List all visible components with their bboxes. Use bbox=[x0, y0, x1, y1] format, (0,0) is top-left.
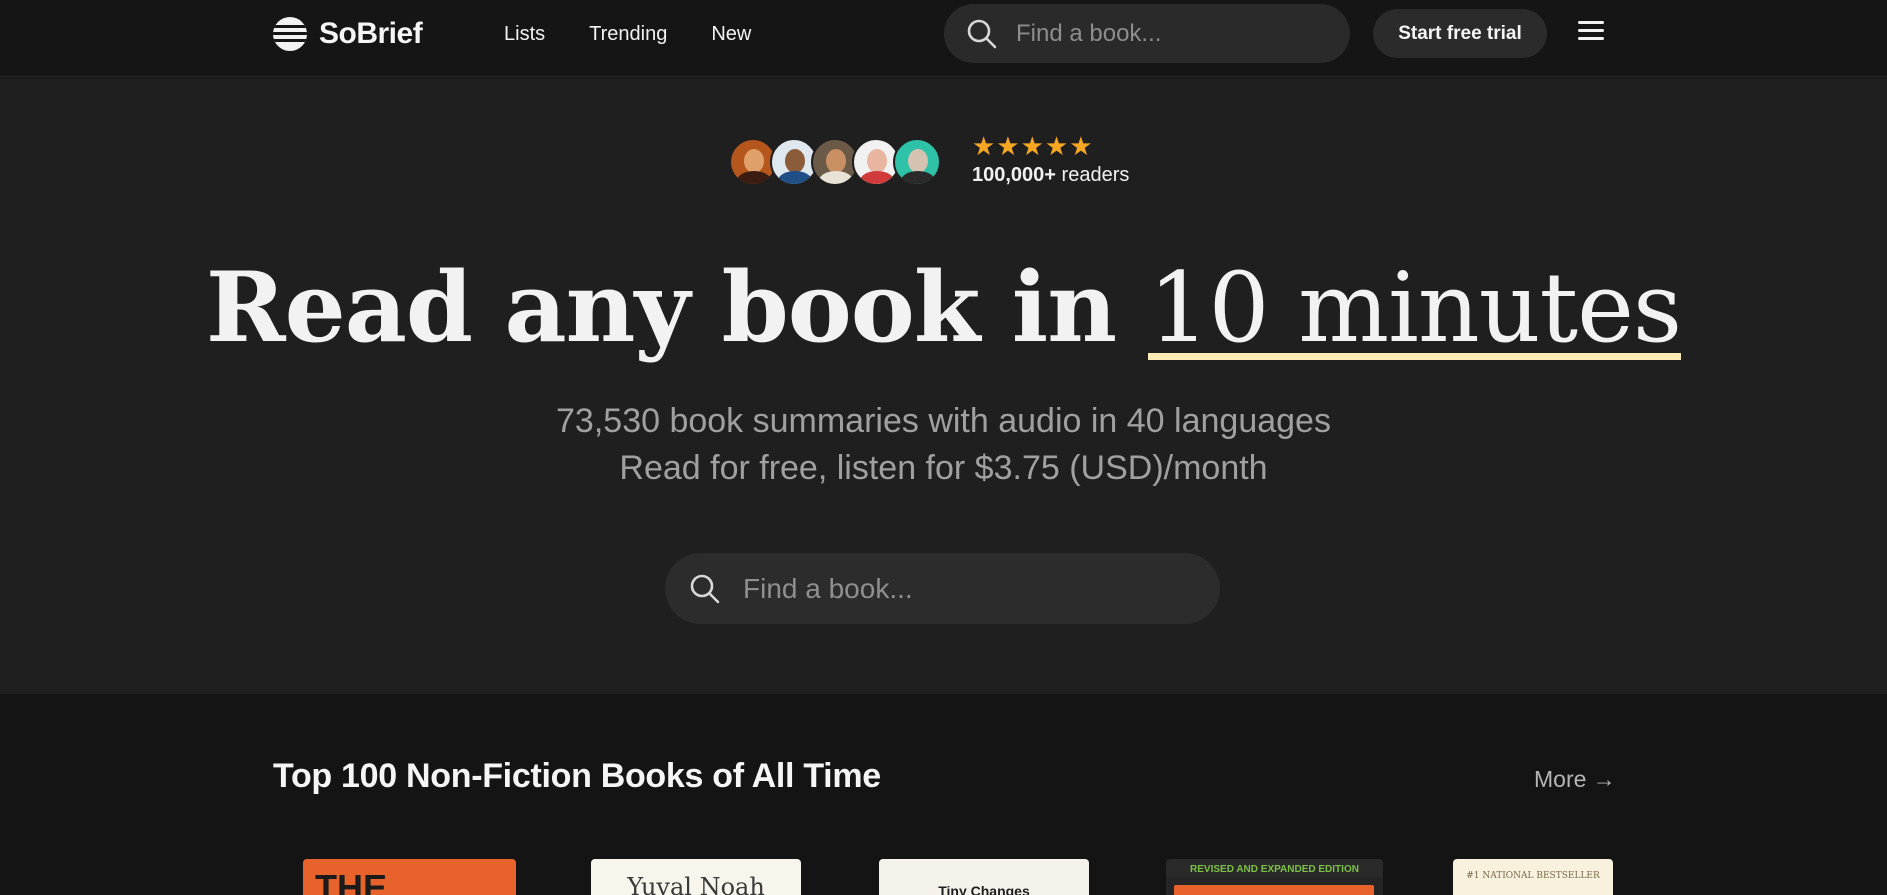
main-nav: Lists Trending New bbox=[504, 21, 751, 47]
section-title: Top 100 Non-Fiction Books of All Time bbox=[273, 757, 881, 795]
book-cover[interactable]: REVISED AND EXPANDED EDITION bbox=[1166, 859, 1383, 895]
subtitle-line-2: Read for free, listen for $3.75 (USD)/mo… bbox=[619, 449, 1268, 487]
book-cover-text: #1 NATIONAL BESTSELLER bbox=[1466, 871, 1600, 881]
headline-main: Read any book in bbox=[205, 251, 1117, 364]
book-cover[interactable]: #1 NATIONAL BESTSELLER bbox=[1453, 859, 1613, 895]
logo[interactable]: SoBrief bbox=[273, 15, 423, 53]
book-carousel: THE Yuval Noah Tiny Changes REVISED AND … bbox=[273, 859, 1613, 895]
rating-stars-icon: ★★★★★ bbox=[972, 131, 1094, 161]
book-cover[interactable]: THE bbox=[303, 859, 516, 895]
book-cover-text: Tiny Changes bbox=[938, 883, 1030, 895]
more-link[interactable]: More → bbox=[1534, 766, 1616, 793]
header-search-input[interactable] bbox=[1016, 19, 1346, 48]
hero-subtitle: 73,530 book summaries with audio in 40 l… bbox=[0, 398, 1887, 492]
logo-text: SoBrief bbox=[319, 17, 423, 50]
nav-trending[interactable]: Trending bbox=[589, 21, 667, 47]
search-icon bbox=[967, 19, 997, 48]
book-cover-text: Yuval Noah bbox=[627, 873, 765, 895]
book-cover-text: REVISED AND EXPANDED EDITION bbox=[1190, 864, 1359, 875]
avatar bbox=[893, 138, 941, 186]
top-header: SoBrief Lists Trending New Start free tr… bbox=[0, 0, 1887, 77]
hero-headline: Read any book in 10 minutes bbox=[0, 248, 1887, 368]
book-cover-text: THE bbox=[315, 867, 387, 895]
hamburger-menu-icon[interactable] bbox=[1578, 21, 1606, 45]
hero-search-box[interactable] bbox=[665, 553, 1220, 624]
hero-search-input[interactable] bbox=[743, 572, 1203, 605]
subtitle-line-1: 73,530 book summaries with audio in 40 l… bbox=[556, 402, 1331, 440]
hero-section: ★★★★★ 100,000+ readers Read any book in … bbox=[0, 78, 1887, 694]
headline-highlight: 10 minutes bbox=[1148, 252, 1682, 364]
start-free-trial-button[interactable]: Start free trial bbox=[1373, 9, 1547, 58]
logo-icon bbox=[273, 17, 307, 51]
rating-block: ★★★★★ 100,000+ readers bbox=[972, 132, 1129, 187]
readers-number: 100,000+ bbox=[972, 164, 1056, 186]
header-search-box[interactable] bbox=[944, 4, 1350, 63]
readers-label: readers bbox=[1061, 164, 1130, 186]
nav-lists[interactable]: Lists bbox=[504, 21, 545, 47]
book-cover[interactable]: Tiny Changes bbox=[879, 859, 1089, 895]
search-icon bbox=[690, 574, 720, 603]
book-cover[interactable]: Yuval Noah bbox=[591, 859, 801, 895]
nav-new[interactable]: New bbox=[711, 21, 751, 47]
readers-count: 100,000+ readers bbox=[972, 164, 1129, 187]
